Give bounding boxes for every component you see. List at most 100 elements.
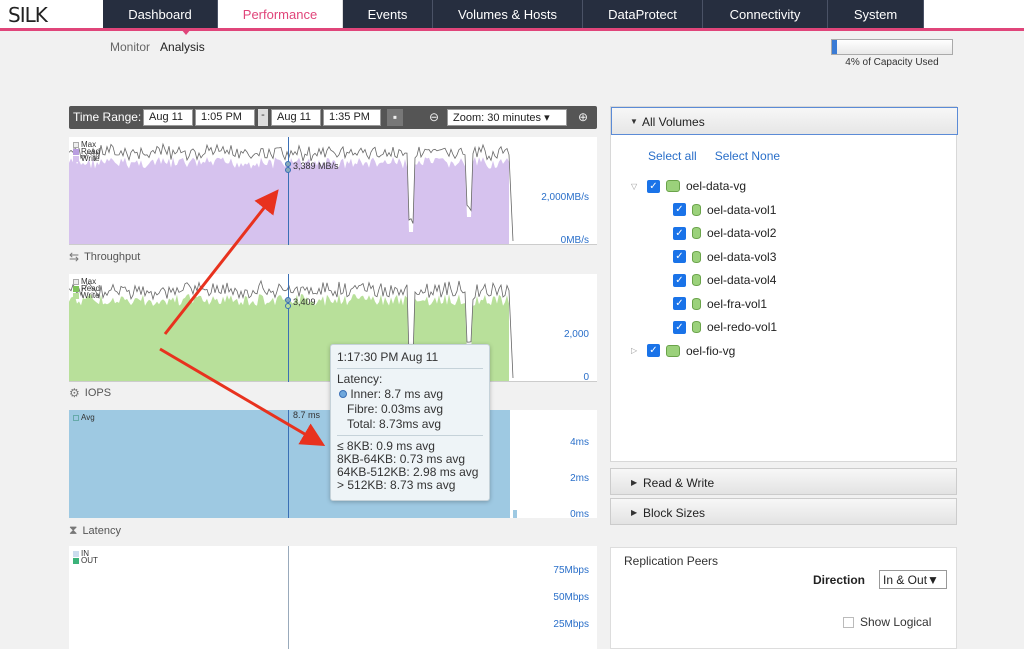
throughput-title-text: Throughput (84, 251, 141, 263)
bandwidth-ytick: 50Mbps (553, 592, 589, 603)
volume-icon (692, 227, 701, 239)
throughput-plot (69, 142, 597, 245)
volume-name: oel-data-vol3 (707, 249, 777, 264)
block-sizes-accordion[interactable]: ▶ Block Sizes (610, 498, 957, 525)
tooltip-inner-text: Inner: 8.7 ms avg (350, 387, 444, 401)
legend-out: OUT (73, 557, 98, 565)
latency-title-text: Latency (82, 524, 121, 537)
show-logical-label: Show Logical (860, 615, 932, 629)
capacity-bar (831, 39, 953, 55)
group-checkbox[interactable]: ✓ (647, 179, 660, 193)
selection-links: Select all Select None (648, 149, 780, 163)
start-date-input[interactable]: Aug 11 (143, 109, 193, 126)
gears-icon: ⚙ (69, 386, 80, 400)
iops-legend: Max Read Write (73, 278, 100, 300)
iops-title-text: IOPS (84, 387, 112, 399)
collapsed-triangle-icon[interactable]: ▷ (631, 346, 641, 355)
bandwidth-ytick: 75Mbps (553, 565, 589, 576)
tooltip-inner: Inner: 8.7 ms avg (337, 387, 483, 402)
replication-panel: Replication Peers Direction In & Out▼ Sh… (610, 547, 957, 649)
pin-icon[interactable]: ▪ (387, 109, 403, 126)
tab-dashboard[interactable]: Dashboard (103, 0, 218, 28)
collapsed-triangle-icon: ▶ (631, 478, 638, 487)
show-logical-toggle[interactable]: Show Logical (843, 615, 931, 629)
volume-row[interactable]: ✓ oel-data-vol3 (673, 248, 776, 266)
bandwidth-chart[interactable]: IN OUT 75Mbps 50Mbps 25Mbps (69, 546, 597, 649)
tab-system[interactable]: System (828, 0, 924, 28)
dot-icon (339, 390, 347, 398)
subnav-monitor[interactable]: Monitor (110, 40, 150, 54)
latency-ytick: 4ms (570, 437, 589, 448)
read-write-accordion[interactable]: ▶ Read & Write (610, 468, 957, 495)
tooltip-block-4: > 512KB: 8.73 ms avg (337, 478, 456, 492)
volume-group-name: oel-fio-vg (686, 343, 736, 358)
legend-avg-label: Avg (81, 413, 95, 422)
select-none-link[interactable]: Select None (715, 149, 780, 163)
tooltip-latency-heading: Latency: (337, 372, 383, 386)
latency-cursor-value: 8.7 ms (293, 410, 321, 420)
sub-nav: Monitor Analysis (110, 40, 205, 54)
direction-select[interactable]: In & Out▼ (879, 570, 947, 589)
read-write-label: Read & Write (643, 476, 715, 490)
end-time-input[interactable]: 1:35 PM (323, 109, 381, 126)
latency-tooltip: 1:17:30 PM Aug 11 Latency: Inner: 8.7 ms… (330, 344, 490, 501)
volume-group-icon (666, 180, 680, 192)
volume-icon (692, 274, 701, 286)
latency-legend: Avg (73, 413, 95, 422)
volume-row[interactable]: ✓ oel-data-vol2 (673, 224, 776, 242)
start-time-input[interactable]: 1:05 PM (195, 109, 255, 126)
replication-title: Replication Peers (624, 554, 719, 568)
volume-row[interactable]: ✓ oel-data-vol4 (673, 271, 776, 289)
volume-group-row[interactable]: ▷ ✓ oel-fio-vg (631, 342, 735, 360)
volume-group-row[interactable]: ▽ ✓ oel-data-vg (631, 177, 746, 195)
volume-row[interactable]: ✓ oel-fra-vol1 (673, 295, 767, 313)
tab-performance[interactable]: Performance (218, 0, 343, 28)
legend-write: Write (73, 154, 100, 163)
volume-checkbox[interactable]: ✓ (673, 226, 686, 240)
expanded-triangle-icon[interactable]: ▽ (631, 182, 641, 191)
volume-checkbox[interactable]: ✓ (673, 297, 686, 310)
capacity-label: 4% of Capacity Used (845, 57, 939, 68)
zoom-select[interactable]: Zoom: 30 minutes ▾ (447, 109, 567, 126)
zoom-in-icon[interactable]: ⊕ (575, 109, 591, 126)
throughput-ytick: 0MB/s (560, 235, 589, 245)
swap-arrows-icon: ⇆ (69, 250, 80, 264)
hourglass-icon: ⧗ (69, 523, 78, 537)
show-logical-checkbox[interactable] (843, 616, 854, 628)
legend-write: Write (73, 291, 100, 300)
latency-ytick: 0ms (570, 509, 589, 518)
subnav-analysis[interactable]: Analysis (160, 40, 205, 54)
zoom-out-icon[interactable]: ⊖ (426, 109, 442, 126)
volume-checkbox[interactable]: ✓ (673, 273, 686, 287)
end-date-input[interactable]: Aug 11 (271, 109, 321, 126)
capacity-fill (832, 40, 837, 54)
volume-row[interactable]: ✓ oel-data-vol1 (673, 201, 776, 219)
volume-checkbox[interactable]: ✓ (673, 250, 686, 263)
volume-row[interactable]: ✓ oel-redo-vol1 (673, 318, 777, 336)
tab-dataprotect[interactable]: DataProtect (583, 0, 703, 28)
time-range-toolbar: Time Range: Aug 11 1:05 PM - Aug 11 1:35… (69, 106, 597, 129)
select-all-link[interactable]: Select all (648, 149, 697, 163)
throughput-legend: Max Read Write (73, 141, 100, 163)
throughput-chart[interactable]: Max Read Write 3,389 MB/s 2,000MB/s 0MB/… (69, 137, 597, 245)
legend-write-label: Write (81, 291, 100, 300)
volume-checkbox[interactable]: ✓ (673, 320, 686, 334)
tab-events[interactable]: Events (343, 0, 433, 28)
main-nav: Dashboard Performance Events Volumes & Host… (103, 0, 924, 28)
block-sizes-label: Block Sizes (643, 506, 706, 520)
group-checkbox[interactable]: ✓ (647, 344, 660, 357)
tab-connectivity[interactable]: Connectivity (703, 0, 828, 28)
volume-name: oel-redo-vol1 (707, 320, 778, 334)
tab-volumes-hosts[interactable]: Volumes & Hosts (433, 0, 583, 28)
active-tab-caret (181, 29, 191, 35)
collapsed-triangle-icon: ▶ (631, 508, 638, 517)
bandwidth-ytick: 25Mbps (553, 619, 589, 630)
legend-write-label: Write (81, 154, 100, 163)
latency-tail (513, 510, 517, 518)
volume-name: oel-data-vol2 (707, 226, 777, 240)
volume-checkbox[interactable]: ✓ (673, 203, 686, 216)
tooltip-fibre: Fibre: 0.03ms avg (347, 402, 444, 416)
all-volumes-label: All Volumes (642, 115, 705, 129)
all-volumes-header[interactable]: ▼ All Volumes (611, 107, 958, 135)
iops-ytick: 0 (583, 372, 589, 382)
